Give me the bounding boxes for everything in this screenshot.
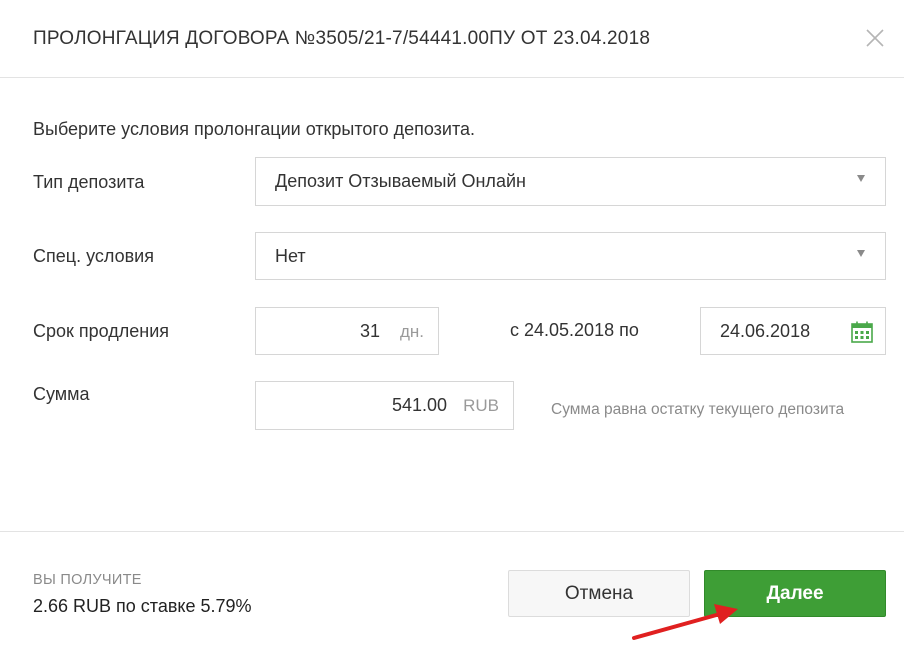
deposit-type-label: Тип депозита — [33, 172, 145, 192]
close-icon — [866, 29, 884, 47]
extension-days-value: 31 — [359, 321, 380, 341]
calendar-button[interactable] — [850, 320, 874, 344]
amount-input[interactable]: 541.00 RUB — [255, 381, 514, 430]
calendar-icon — [851, 321, 873, 343]
chevron-down-icon — [857, 250, 865, 257]
next-button[interactable]: Далее — [704, 570, 886, 617]
receive-label: ВЫ ПОЛУЧИТЕ — [33, 572, 142, 588]
amount-hint: Сумма равна остатку текущего депозита — [551, 401, 845, 418]
intro-text: Выберите условия пролонгации открытого д… — [33, 119, 476, 139]
extension-days-input[interactable]: 31 дн. — [255, 307, 439, 355]
extension-range-text: с 24.05.2018 по — [510, 320, 639, 340]
end-date-value: 24.06.2018 — [720, 321, 811, 341]
cancel-button[interactable]: Отмена — [508, 570, 690, 617]
extension-days-unit: дн. — [399, 322, 424, 341]
end-date-input[interactable]: 24.06.2018 — [700, 307, 886, 355]
amount-value: 541.00 — [391, 395, 447, 415]
deposit-type-value: Депозит Отзываемый Онлайн — [275, 171, 526, 191]
dialog-title: ПРОЛОНГАЦИЯ ДОГОВОРА №3505/21-7/54441.00… — [33, 28, 651, 49]
amount-currency: RUB — [463, 396, 499, 415]
receive-value: 2.66 RUB по ставке 5.79% — [33, 596, 252, 616]
prolongation-dialog: ПРОЛОНГАЦИЯ ДОГОВОРА №3505/21-7/54441.00… — [0, 0, 904, 645]
dialog-header: ПРОЛОНГАЦИЯ ДОГОВОРА №3505/21-7/54441.00… — [0, 0, 904, 78]
amount-label: Сумма — [33, 384, 90, 404]
close-button[interactable] — [864, 27, 886, 49]
extension-label: Срок продления — [33, 321, 170, 341]
chevron-down-icon — [857, 175, 865, 182]
deposit-type-select[interactable]: Депозит Отзываемый Онлайн — [255, 157, 886, 206]
special-conditions-label: Спец. условия — [33, 246, 154, 266]
special-conditions-select[interactable]: Нет — [255, 232, 886, 280]
special-conditions-value: Нет — [275, 246, 306, 266]
dialog-footer: ВЫ ПОЛУЧИТЕ 2.66 RUB по ставке 5.79% Отм… — [0, 531, 904, 645]
